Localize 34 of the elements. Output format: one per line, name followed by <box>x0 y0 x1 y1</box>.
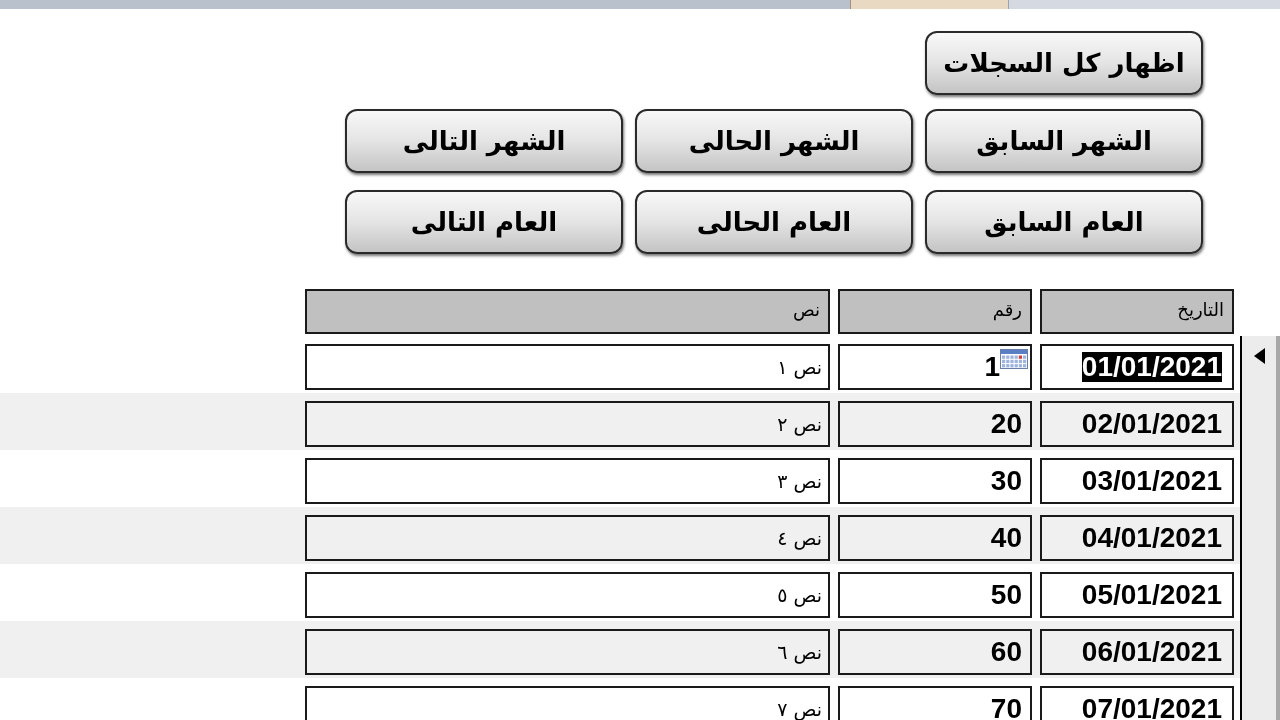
command-button[interactable]: العام السابق <box>925 190 1203 254</box>
command-button[interactable]: الشهر التالى <box>345 109 623 173</box>
text-field[interactable]: نص ١ <box>305 344 830 390</box>
command-button[interactable]: اظهار كل السجلات <box>925 31 1203 95</box>
date-field[interactable]: 04/01/2021 <box>1040 515 1234 561</box>
column-header: التاريخ <box>1040 289 1234 334</box>
command-button[interactable]: الشهر السابق <box>925 109 1203 173</box>
number-field[interactable]: 30 <box>838 458 1032 504</box>
column-header: رقم <box>838 289 1032 334</box>
command-button[interactable]: العام الحالى <box>635 190 913 254</box>
text-field[interactable]: نص ٤ <box>305 515 830 561</box>
text-field[interactable]: نص ٦ <box>305 629 830 675</box>
calendar-icon[interactable] <box>1000 349 1028 369</box>
text-field[interactable]: نص ٣ <box>305 458 830 504</box>
command-button[interactable]: العام التالى <box>345 190 623 254</box>
text-field[interactable]: نص ٧ <box>305 686 830 720</box>
date-field[interactable]: 03/01/2021 <box>1040 458 1234 504</box>
number-field[interactable]: 20 <box>838 401 1032 447</box>
column-header: نص <box>305 289 830 334</box>
date-field[interactable]: 02/01/2021 <box>1040 401 1234 447</box>
number-field[interactable]: 1 <box>838 344 1032 390</box>
text-field[interactable]: نص ٢ <box>305 401 830 447</box>
date-field[interactable]: 05/01/2021 <box>1040 572 1234 618</box>
number-field[interactable]: 70 <box>838 686 1032 720</box>
record-selector[interactable] <box>1240 336 1280 393</box>
number-field[interactable]: 40 <box>838 515 1032 561</box>
command-button[interactable]: الشهر الحالى <box>635 109 913 173</box>
date-field[interactable]: 07/01/2021 <box>1040 686 1234 720</box>
record-selector[interactable] <box>1240 678 1280 720</box>
number-field[interactable]: 50 <box>838 572 1032 618</box>
number-field[interactable]: 60 <box>838 629 1032 675</box>
date-field[interactable]: 01/01/2021 <box>1040 344 1234 390</box>
date-field[interactable]: 06/01/2021 <box>1040 629 1234 675</box>
text-field[interactable]: نص ٥ <box>305 572 830 618</box>
